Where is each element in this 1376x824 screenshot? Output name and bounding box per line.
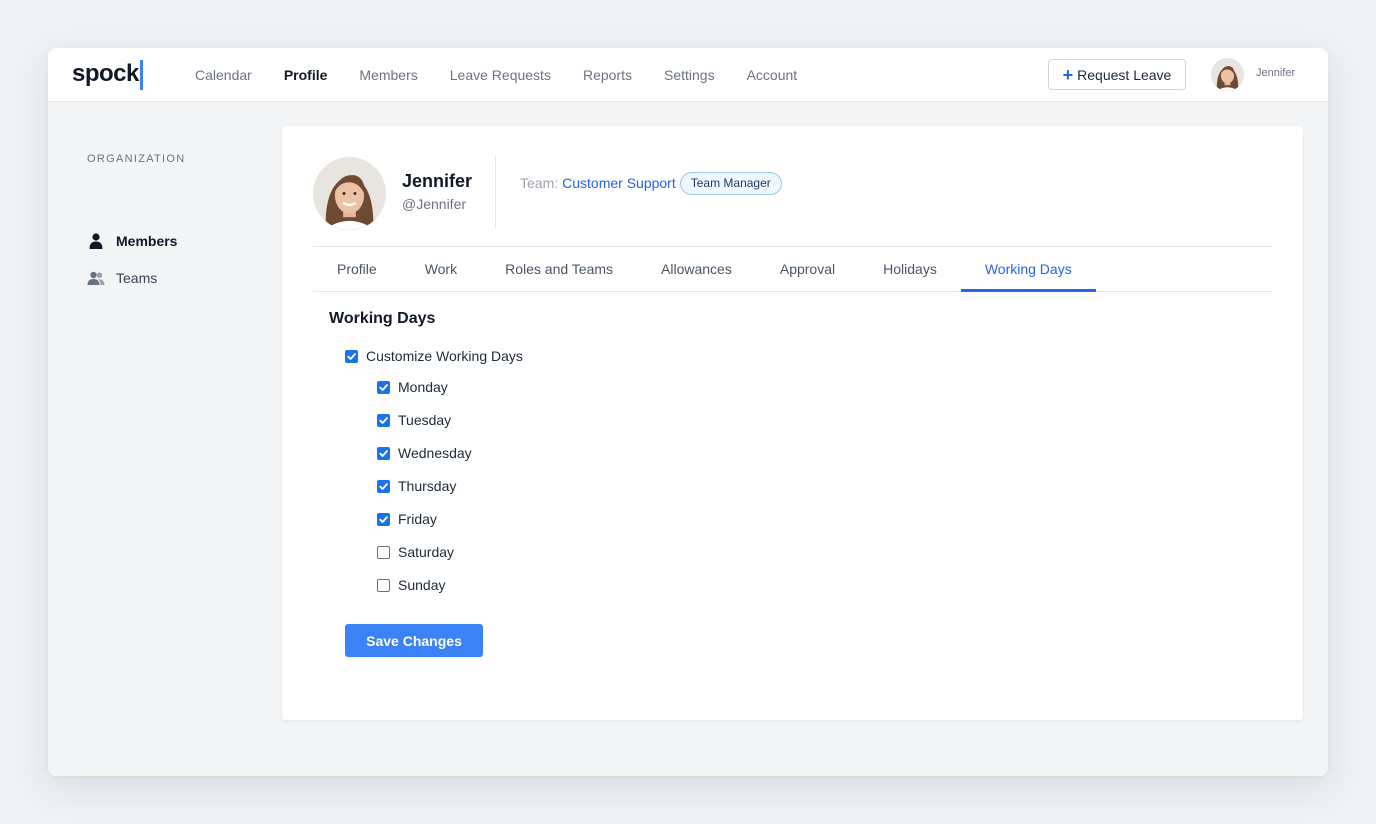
tab-roles-and-teams[interactable]: Roles and Teams — [481, 247, 637, 291]
sidebar-item-teams[interactable]: Teams — [87, 267, 157, 289]
nav-leave-requests[interactable]: Leave Requests — [450, 67, 551, 83]
sidebar-item-members[interactable]: Members — [87, 230, 177, 252]
friday-checkbox[interactable] — [377, 512, 390, 526]
day-row-sunday: Sunday — [377, 575, 445, 595]
day-row-thursday: Thursday — [377, 476, 456, 496]
day-row-wednesday: Wednesday — [377, 443, 472, 463]
tab-working-days[interactable]: Working Days — [960, 247, 1096, 292]
thursday-checkbox[interactable] — [377, 479, 390, 493]
nav-account[interactable]: Account — [747, 67, 798, 83]
header-divider — [495, 156, 496, 229]
plus-icon: + — [1062, 64, 1074, 85]
profile-card: Jennifer @Jennifer Team: Customer Suppor… — [282, 126, 1303, 720]
nav-members[interactable]: Members — [359, 67, 417, 83]
tab-profile[interactable]: Profile — [313, 247, 401, 291]
tab-approval[interactable]: Approval — [756, 247, 859, 291]
monday-checkbox[interactable] — [377, 380, 390, 394]
sidebar: ORGANIZATION Members Teams — [48, 102, 282, 776]
section-title: Working Days — [329, 310, 436, 327]
tab-holidays[interactable]: Holidays — [859, 247, 961, 291]
tab-allowances[interactable]: Allowances — [637, 247, 756, 291]
wednesday-checkbox[interactable] — [377, 446, 390, 460]
role-badge: Team Manager — [679, 171, 782, 195]
team-link[interactable]: Customer Support — [562, 175, 676, 191]
main-nav: Calendar Profile Members Leave Requests … — [195, 48, 829, 102]
customize-working-days-checkbox[interactable] — [345, 349, 358, 363]
day-row-monday: Monday — [377, 377, 448, 397]
sidebar-heading: ORGANIZATION — [87, 153, 186, 165]
day-row-saturday: Saturday — [377, 542, 454, 562]
current-user-name[interactable]: Jennifer — [1256, 67, 1295, 79]
app-window: spock Calendar Profile Members Leave Req… — [48, 48, 1328, 776]
profile-handle: @Jennifer — [402, 196, 467, 212]
saturday-checkbox[interactable] — [377, 545, 390, 559]
day-row-tuesday: Tuesday — [377, 410, 451, 430]
spock-logo[interactable]: spock — [72, 60, 143, 90]
user-avatar[interactable] — [1211, 58, 1244, 91]
day-row-friday: Friday — [377, 509, 437, 529]
users-icon — [87, 270, 105, 286]
profile-tabs: Profile Work Roles and Teams Allowances … — [313, 246, 1272, 292]
sunday-checkbox[interactable] — [377, 578, 390, 592]
request-leave-button[interactable]: + Request Leave — [1048, 59, 1186, 90]
user-icon — [87, 233, 105, 249]
customize-working-days-row: Customize Working Days — [345, 346, 523, 366]
team-info: Team: Customer Support Team Manager — [520, 171, 782, 195]
profile-name: Jennifer — [402, 171, 473, 191]
tab-work[interactable]: Work — [401, 247, 481, 291]
nav-reports[interactable]: Reports — [583, 67, 632, 83]
top-navbar: spock Calendar Profile Members Leave Req… — [48, 48, 1328, 102]
nav-profile[interactable]: Profile — [284, 67, 328, 83]
tuesday-checkbox[interactable] — [377, 413, 390, 427]
nav-calendar[interactable]: Calendar — [195, 67, 252, 83]
profile-avatar — [313, 157, 386, 230]
nav-settings[interactable]: Settings — [664, 67, 715, 83]
team-label: Team: — [520, 175, 559, 191]
save-changes-button[interactable]: Save Changes — [345, 624, 483, 657]
